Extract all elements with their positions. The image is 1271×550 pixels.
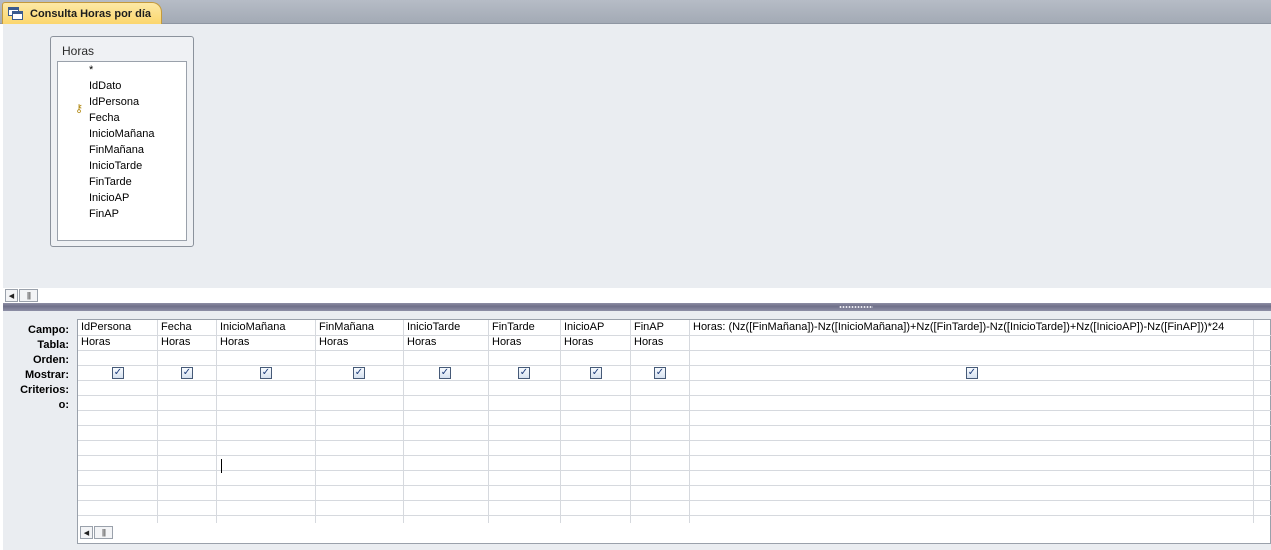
grid-campo-inicioap[interactable]: InicioAP	[561, 320, 630, 335]
pane-splitter[interactable]	[3, 303, 1271, 311]
scroll-thumb[interactable]: |||	[19, 289, 38, 302]
splitter-grip-icon[interactable]	[839, 305, 873, 309]
table-field-list-window[interactable]: Horas ⚷ * IdDato IdPersona Fecha InicioM…	[50, 36, 194, 247]
field-finmanana[interactable]: FinMañana	[89, 142, 144, 158]
field-iniciotarde[interactable]: InicioTarde	[89, 158, 142, 174]
grid-mostrar-checkbox-fintarde[interactable]: ✓	[518, 367, 530, 379]
field-finap[interactable]: FinAP	[89, 206, 119, 222]
row-label-orden: Orden:	[32, 354, 69, 366]
tab-title: Consulta Horas por día	[30, 7, 152, 20]
grid-tabla-iniciotarde[interactable]: Horas	[404, 335, 488, 350]
query-icon	[8, 6, 24, 21]
table-pane: Horas ⚷ * IdDato IdPersona Fecha InicioM…	[3, 24, 1271, 302]
grid-campo-iniciotarde[interactable]: InicioTarde	[404, 320, 488, 335]
grid-scroll-thumb[interactable]: |||	[94, 526, 113, 539]
grid-campo-fintarde[interactable]: FinTarde	[489, 320, 560, 335]
grid-tabla-inicioap[interactable]: Horas	[561, 335, 630, 350]
grid-tabla-finmanana[interactable]: Horas	[316, 335, 403, 350]
row-label-o: o:	[58, 399, 69, 411]
grid-campo-horas-expression[interactable]: Horas: (Nz([FinMañana])-Nz([InicioMañana…	[690, 320, 1253, 335]
field-iddato[interactable]: IdDato	[89, 78, 121, 94]
field-list[interactable]: ⚷ * IdDato IdPersona Fecha InicioMañana …	[57, 61, 187, 241]
grid-campo-fecha[interactable]: Fecha	[158, 320, 216, 335]
tab-consulta-horas-por-dia[interactable]: Consulta Horas por día	[2, 2, 162, 24]
row-label-tabla: Tabla:	[37, 339, 69, 351]
key-icon: ⚷	[75, 103, 84, 115]
field-all[interactable]: *	[89, 62, 93, 78]
design-grid-pane: Campo: Tabla: Orden: Mostrar: Criterios:…	[3, 311, 1271, 550]
table-title: Horas	[62, 44, 95, 58]
grid-campo-iniciomanana[interactable]: InicioMañana	[217, 320, 315, 335]
grid-mostrar-checkbox-iniciomanana[interactable]: ✓	[260, 367, 272, 379]
grid-scrollbar[interactable]: ◀ |||	[80, 526, 113, 539]
field-fecha[interactable]: Fecha	[89, 110, 120, 126]
scroll-left-icon[interactable]: ◀	[5, 289, 18, 302]
text-caret	[221, 459, 222, 473]
grid-tabla-fintarde[interactable]: Horas	[489, 335, 560, 350]
field-idpersona[interactable]: IdPersona	[89, 94, 139, 110]
row-label-mostrar: Mostrar:	[24, 369, 69, 381]
field-inicioap[interactable]: InicioAP	[89, 190, 129, 206]
grid-campo-finmanana[interactable]: FinMañana	[316, 320, 403, 335]
field-fintarde[interactable]: FinTarde	[89, 174, 132, 190]
grid-tabla-horas-expression[interactable]	[690, 335, 1253, 350]
grid-mostrar-checkbox-horas[interactable]: ✓	[966, 367, 978, 379]
field-iniciomanana[interactable]: InicioMañana	[89, 126, 154, 142]
grid-mostrar-checkbox-idpersona[interactable]: ✓	[112, 367, 124, 379]
grid-scroll-left-icon[interactable]: ◀	[80, 526, 93, 539]
grid-campo-finap[interactable]: FinAP	[631, 320, 689, 335]
grid-mostrar-checkbox-inicioap[interactable]: ✓	[590, 367, 602, 379]
query-design-grid[interactable]: IdPersona Horas ✓ Fecha Horas ✓ InicioMa…	[77, 319, 1271, 544]
grid-tabla-finap[interactable]: Horas	[631, 335, 689, 350]
row-label-campo: Campo:	[28, 324, 69, 336]
grid-tabla-iniciomanana[interactable]: Horas	[217, 335, 315, 350]
row-label-criterios: Criterios:	[20, 384, 69, 396]
table-pane-scrollbar[interactable]: ◀ |||	[5, 289, 38, 302]
document-tab-bar: Consulta Horas por día	[0, 0, 1271, 24]
grid-tabla-idpersona[interactable]: Horas	[78, 335, 157, 350]
grid-mostrar-checkbox-finap[interactable]: ✓	[654, 367, 666, 379]
grid-mostrar-checkbox-fecha[interactable]: ✓	[181, 367, 193, 379]
grid-campo-idpersona[interactable]: IdPersona	[78, 320, 157, 335]
grid-mostrar-checkbox-iniciotarde[interactable]: ✓	[439, 367, 451, 379]
grid-mostrar-checkbox-finmanana[interactable]: ✓	[353, 367, 365, 379]
grid-tabla-fecha[interactable]: Horas	[158, 335, 216, 350]
